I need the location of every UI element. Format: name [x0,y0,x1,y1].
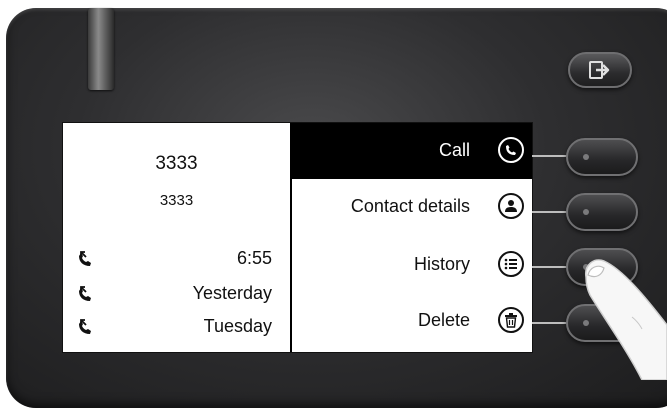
connector-line [532,211,568,213]
menu-item-delete[interactable]: Delete [292,293,532,349]
connector-line [532,266,568,268]
menu-item-label: Call [438,140,470,160]
menu-item-history[interactable]: History [292,237,532,293]
connector-line [532,322,568,324]
led-indicator [583,209,589,215]
history-row: Tuesday [63,316,290,340]
display-screen: 3333 3333 6:55 Yesterday Tuesday Call Co… [62,122,533,353]
exit-button[interactable] [568,52,632,88]
context-menu: Call Contact details History Delete [292,123,532,352]
menu-item-label: Contact details [350,196,470,216]
person-icon [498,193,524,219]
history-time: Tuesday [203,316,272,336]
handset-cradle [88,8,114,90]
list-icon [498,251,524,277]
softkey-1[interactable] [566,138,638,176]
incoming-call-icon [79,251,91,266]
caller-panel: 3333 3333 6:55 Yesterday Tuesday [63,123,290,352]
finger-pointer-icon [585,259,667,380]
connector-line [532,155,568,157]
caller-name: 3333 [155,153,198,174]
history-time: Yesterday [192,283,272,303]
history-row: 6:55 [63,248,290,272]
caller-number: 3333 [159,192,194,209]
incoming-call-icon [79,319,91,334]
led-indicator [583,154,589,160]
phone-icon [498,137,524,163]
trash-icon [498,307,524,333]
menu-item-contact-details[interactable]: Contact details [292,179,532,235]
menu-item-label: History [413,254,470,274]
menu-item-call[interactable]: Call [292,123,532,179]
history-time: 6:55 [236,248,272,268]
softkey-2[interactable] [566,193,638,231]
incoming-call-icon [79,286,91,301]
exit-arrow-icon [589,61,610,79]
history-row: Yesterday [63,283,290,307]
menu-item-label: Delete [417,310,470,330]
